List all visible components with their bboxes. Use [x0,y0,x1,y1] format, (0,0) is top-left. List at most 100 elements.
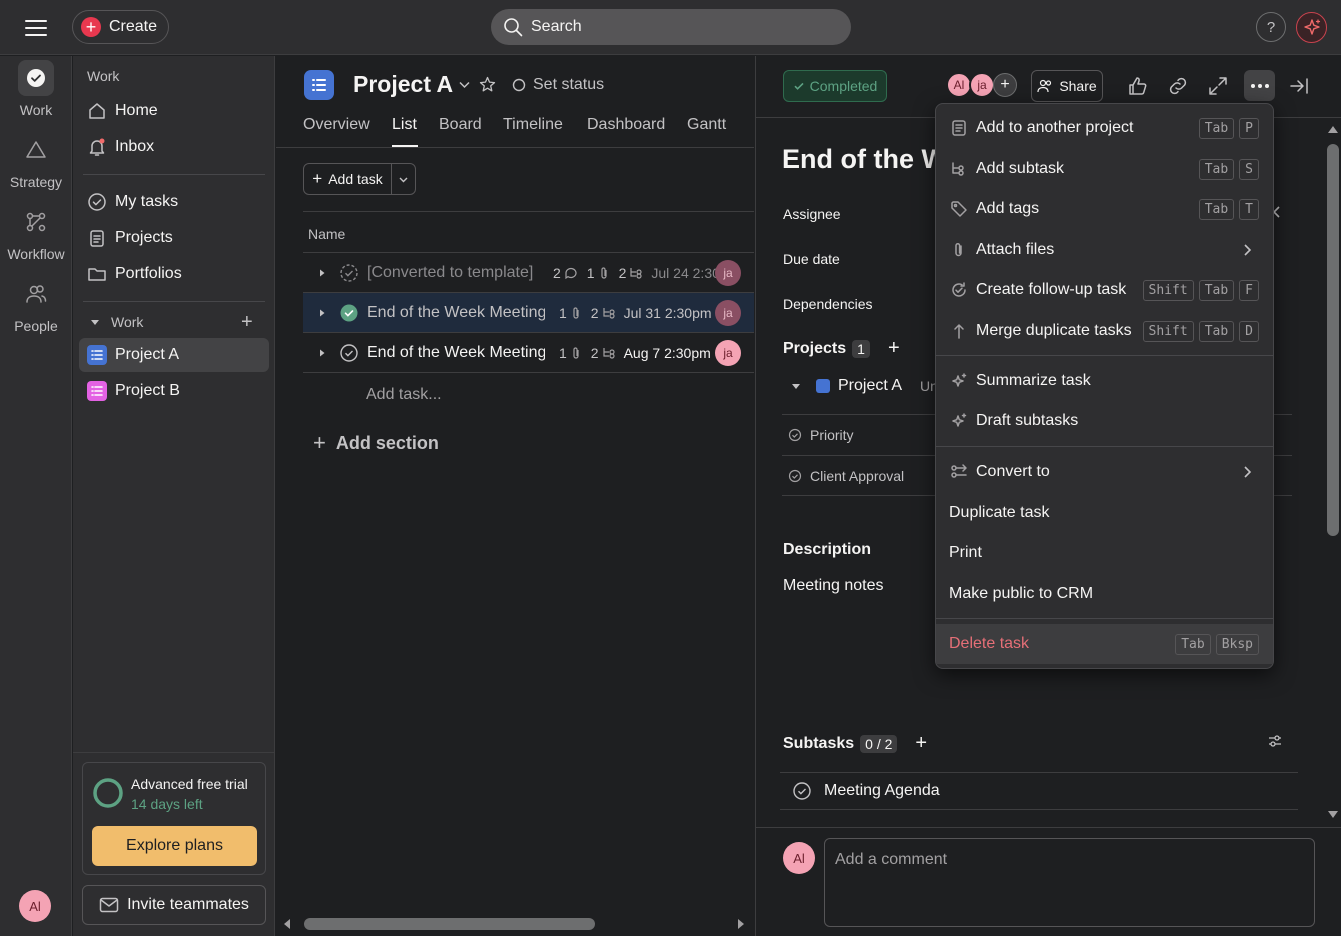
menu-item-add-tags[interactable]: Add tags Tab T [936,189,1273,229]
create-button[interactable]: + Create [72,10,169,44]
sidebar-item-my-tasks[interactable]: My tasks [79,185,269,219]
tab-board[interactable]: Board [439,116,482,134]
expand-icon[interactable] [1206,74,1230,98]
subtask-title[interactable]: Meeting Agenda [824,782,940,800]
add-project-plus-icon[interactable]: + [888,337,900,360]
add-task-inline[interactable]: Add task... [366,386,442,404]
scroll-right-icon[interactable] [736,918,746,930]
caret-right-icon[interactable] [315,308,329,318]
project-name[interactable]: Project A [838,377,902,395]
sidebar-item-project-b[interactable]: Project B [79,374,269,408]
menu-item-delete-task[interactable]: Delete task Tab Bksp [936,624,1273,664]
help-button[interactable]: ? [1256,12,1286,42]
collaborator-avatar[interactable]: ja [969,72,995,98]
set-status-button[interactable]: Set status [512,76,604,94]
menu-item-attach-files[interactable]: Attach files [936,230,1273,270]
task-title[interactable]: End of the Week Meeting [367,344,545,362]
scrollbar-thumb[interactable] [304,918,595,930]
invite-teammates-button[interactable]: Invite teammates [82,885,266,925]
star-icon[interactable] [479,76,496,93]
due-date[interactable]: Jul 31 2:30pm [624,305,712,321]
subtask-settings-icon[interactable] [1267,733,1283,749]
assignee-avatar[interactable]: ja [715,340,741,366]
vertical-scrollbar[interactable] [1323,118,1341,828]
assignee-avatar[interactable]: ja [715,260,741,286]
menu-item-create-follow-up[interactable]: Create follow-up task Shift Tab F [936,270,1273,310]
menu-item-add-to-project[interactable]: Add to another project Tab P [936,108,1273,148]
due-date[interactable]: Aug 7 2:30pm [624,345,711,361]
add-subtask-plus-icon[interactable]: + [915,732,927,755]
table-row[interactable]: End of the Week Meeting 1 2 Aug 7 2:30pm… [303,333,754,373]
thumbs-up-icon[interactable] [1126,74,1150,98]
search-placeholder: Search [531,18,582,35]
sidebar-section-work[interactable]: Work + [89,311,263,333]
explore-plans-button[interactable]: Explore plans [92,826,257,866]
table-row[interactable]: End of the Week Meeting 1 2 Jul 31 2:30p… [303,293,754,333]
menu-item-duplicate[interactable]: Duplicate task [936,493,1273,533]
sidebar-item-project-a[interactable]: Project A [79,338,269,372]
add-section-button[interactable]: + Add section [313,430,439,456]
tab-overview[interactable]: Overview [303,116,370,134]
task-actions-menu: Add to another project Tab P Add subtask … [935,103,1274,669]
caret-down-icon[interactable] [790,380,802,392]
description-text[interactable]: Meeting notes [783,577,884,595]
hamburger-menu-icon[interactable] [22,14,50,42]
chevron-down-icon[interactable] [458,78,471,91]
horizontal-scrollbar[interactable] [276,912,754,936]
menu-item-print[interactable]: Print [936,533,1273,573]
caret-right-icon[interactable] [315,348,329,358]
sidebar-item-projects[interactable]: Projects [79,221,269,255]
rail-item-strategy[interactable]: Strategy [0,132,72,190]
check-circle-icon[interactable] [792,781,812,801]
sidebar-item-home[interactable]: Home [79,94,269,128]
caret-right-icon[interactable] [315,268,329,278]
scroll-left-icon[interactable] [282,918,292,930]
menu-item-add-subtask[interactable]: Add subtask Tab S [936,149,1273,189]
add-task-button[interactable]: + Add task [303,163,416,195]
sidebar-item-portfolios[interactable]: Portfolios [79,257,269,291]
assignee-avatar[interactable]: ja [715,300,741,326]
user-avatar[interactable]: Al [19,890,51,922]
add-collaborator-plus-icon[interactable]: + [993,73,1017,97]
menu-item-summarize[interactable]: Summarize task [936,361,1273,401]
more-actions-button[interactable] [1244,70,1275,101]
rail-item-people[interactable]: People [0,276,72,334]
tab-dashboard[interactable]: Dashboard [587,116,665,134]
share-button[interactable]: Share [1031,70,1103,102]
close-pane-icon[interactable] [1287,74,1311,98]
scroll-up-icon[interactable] [1327,124,1339,134]
tab-list[interactable]: List [392,116,417,134]
subtask-row[interactable]: Meeting Agenda [780,772,1298,810]
rail-item-workflow[interactable]: Workflow [0,204,72,262]
add-project-plus-icon[interactable]: + [241,311,253,334]
add-task-dropdown[interactable] [392,164,415,194]
menu-item-convert-to[interactable]: Convert to [936,452,1273,492]
rail-item-work[interactable]: Work [0,60,72,118]
menu-item-merge-duplicates[interactable]: Merge duplicate tasks Shift Tab D [936,311,1273,351]
tab-gantt[interactable]: Gantt [687,116,726,134]
menu-item-make-public-crm[interactable]: Make public to CRM [936,574,1273,614]
search-input[interactable]: Search [491,9,851,45]
mark-complete-button[interactable]: Completed [783,70,887,102]
check-circle-icon[interactable] [339,343,359,363]
comment-count: 2 [553,264,561,281]
menu-item-draft-subtasks[interactable]: Draft subtasks [936,401,1273,441]
table-row[interactable]: [Converted to template] 2 1 2 Jul 24 2:3… [303,253,754,293]
menu-label: Make public to CRM [949,585,1094,602]
scrollbar-thumb[interactable] [1327,144,1339,536]
tab-timeline[interactable]: Timeline [503,116,563,134]
project-membership[interactable]: Project A Unt [790,377,942,395]
task-title[interactable]: [Converted to template] [367,264,545,282]
link-icon[interactable] [1166,74,1190,98]
converted-check-icon[interactable] [339,263,359,283]
scroll-down-icon[interactable] [1327,810,1339,820]
comment-input[interactable]: Add a comment [824,838,1315,927]
ai-sparkle-button[interactable] [1296,12,1327,43]
add-task-main[interactable]: + Add task [304,164,392,194]
column-header-name[interactable]: Name [303,211,754,253]
sidebar-item-inbox[interactable]: Inbox [79,130,269,164]
plus-icon: + [81,17,101,37]
completed-check-icon[interactable] [339,303,359,323]
task-title[interactable]: End of the Week Meeting [367,304,545,322]
task-title[interactable]: End of the Week Meeting [782,144,942,175]
